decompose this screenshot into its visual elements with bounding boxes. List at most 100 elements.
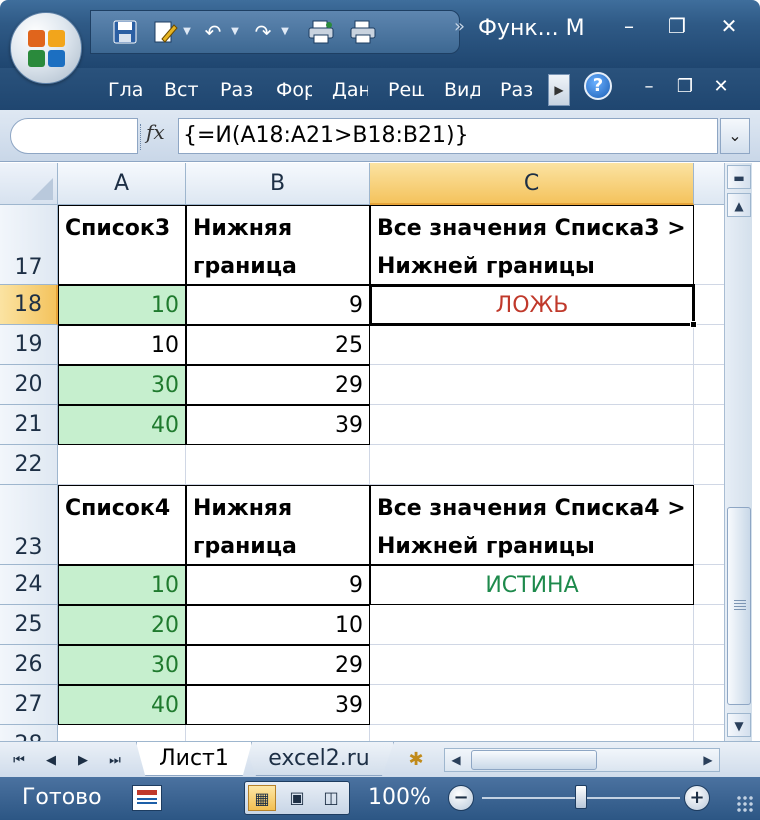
cell-c23[interactable]: Все значения Списка4 > Нижней границы — [370, 485, 694, 565]
insert-function-icon[interactable]: fx — [146, 120, 165, 144]
edit-icon[interactable] — [149, 17, 181, 47]
restore-button[interactable]: ❐ — [662, 14, 692, 38]
tab-page-layout[interactable]: Раз — [220, 76, 256, 104]
macro-record-icon[interactable] — [132, 785, 162, 811]
row-header-27[interactable]: 27 — [0, 685, 58, 725]
cell-b20[interactable]: 29 — [186, 365, 370, 405]
cell-d24[interactable] — [694, 565, 724, 605]
zoom-in-button[interactable]: + — [684, 785, 710, 811]
scroll-down-icon[interactable]: ▼ — [727, 713, 751, 737]
cell-c26[interactable] — [370, 645, 694, 685]
column-header-a[interactable]: A — [58, 163, 186, 205]
minimize-button[interactable]: – — [614, 14, 644, 38]
horizontal-scroll-thumb[interactable] — [471, 750, 597, 770]
column-header-d[interactable] — [694, 163, 724, 205]
cell-c19[interactable] — [370, 325, 694, 365]
cell-b21[interactable]: 39 — [186, 405, 370, 445]
cell-a21[interactable]: 40 — [58, 405, 186, 445]
normal-view-icon[interactable]: ▦ — [248, 785, 276, 811]
row-header-22[interactable]: 22 — [0, 445, 58, 485]
vertical-scrollbar[interactable]: ▬ ▲ ▼ — [724, 163, 752, 741]
cell-c21[interactable] — [370, 405, 694, 445]
cell-b19[interactable]: 25 — [186, 325, 370, 365]
formula-input[interactable]: {=И(A18:A21>B18:B21)} — [178, 118, 718, 154]
cell-b18[interactable]: 9 — [186, 285, 370, 325]
cell-a24[interactable]: 10 — [58, 565, 186, 605]
cell-d26[interactable] — [694, 645, 724, 685]
chevron-down-icon[interactable]: ▼ — [279, 25, 291, 39]
sheet-tab-excel2[interactable]: excel2.ru — [244, 742, 394, 776]
row-header-24[interactable]: 24 — [0, 565, 58, 605]
sheet-tab-active[interactable]: Лист1 — [136, 742, 252, 776]
tab-data[interactable]: Дан — [332, 76, 368, 104]
cell-b25[interactable]: 10 — [186, 605, 370, 645]
cell-a18[interactable]: 10 — [58, 285, 186, 325]
cell-a27[interactable]: 40 — [58, 685, 186, 725]
cell-d21[interactable] — [694, 405, 724, 445]
column-header-c[interactable]: C — [370, 163, 694, 205]
horizontal-scrollbar[interactable]: ◀ ▶ — [444, 748, 720, 772]
tab-developer[interactable]: Раз — [500, 76, 536, 104]
first-sheet-icon[interactable]: ⏮ — [8, 750, 30, 772]
tab-home[interactable]: Гла — [108, 76, 144, 104]
cell-d25[interactable] — [694, 605, 724, 645]
cell-d23[interactable] — [694, 485, 724, 565]
ribbon-close-button[interactable]: ✕ — [708, 76, 734, 97]
cell-a25[interactable]: 20 — [58, 605, 186, 645]
row-header-28[interactable]: 28 — [0, 725, 58, 741]
tab-view[interactable]: Вид — [444, 76, 480, 104]
last-sheet-icon[interactable]: ⏭ — [104, 750, 126, 772]
cell-d27[interactable] — [694, 685, 724, 725]
split-handle-icon[interactable]: ▬ — [727, 165, 751, 189]
tab-review[interactable]: Реш — [388, 76, 424, 104]
cell-a20[interactable]: 30 — [58, 365, 186, 405]
scroll-up-icon[interactable]: ▲ — [727, 193, 751, 217]
cell-b24[interactable]: 9 — [186, 565, 370, 605]
cell-d19[interactable] — [694, 325, 724, 365]
cell-a17[interactable]: Список3 — [58, 205, 186, 285]
cell-b26[interactable]: 29 — [186, 645, 370, 685]
redo-icon[interactable]: ↷ — [247, 17, 279, 47]
tab-insert[interactable]: Вст — [164, 76, 200, 104]
chevron-down-icon[interactable]: ▼ — [229, 25, 241, 39]
cell-a26[interactable]: 30 — [58, 645, 186, 685]
cell-b23[interactable]: Нижняя граница — [186, 485, 370, 565]
print-preview-icon[interactable] — [305, 17, 337, 47]
cell-b17[interactable]: Нижняя граница — [186, 205, 370, 285]
prev-sheet-icon[interactable]: ◀ — [40, 750, 62, 772]
cell-b27[interactable]: 39 — [186, 685, 370, 725]
worksheet-grid[interactable]: A B C 17 Список3 Нижняя граница Все значения С… — [0, 163, 724, 741]
cell-c28[interactable] — [370, 725, 694, 741]
row-header-26[interactable]: 26 — [0, 645, 58, 685]
column-header-b[interactable]: B — [186, 163, 370, 205]
cell-d22[interactable] — [694, 445, 724, 485]
row-header-23[interactable]: 23 — [0, 485, 58, 565]
scroll-right-icon[interactable]: ▶ — [697, 749, 719, 771]
zoom-out-button[interactable]: − — [448, 785, 474, 811]
save-icon[interactable] — [109, 17, 141, 47]
tab-scroll-right-icon[interactable]: ▶ — [548, 74, 570, 106]
cell-d17[interactable] — [694, 205, 724, 285]
select-all-button[interactable] — [0, 163, 58, 205]
cell-a22[interactable] — [58, 445, 186, 485]
cell-d28[interactable] — [694, 725, 724, 741]
print-icon[interactable] — [347, 17, 379, 47]
cell-d18[interactable] — [694, 285, 724, 325]
help-button[interactable]: ? — [584, 72, 612, 100]
expand-formula-bar-icon[interactable]: ⌄ — [720, 118, 750, 154]
insert-sheet-icon[interactable]: ✱ — [398, 746, 434, 774]
name-box[interactable] — [10, 118, 138, 154]
row-header-20[interactable]: 20 — [0, 365, 58, 405]
cell-c17[interactable]: Все значения Списка3 > Нижней границы — [370, 205, 694, 285]
cell-c20[interactable] — [370, 365, 694, 405]
cell-c25[interactable] — [370, 605, 694, 645]
cell-b28[interactable] — [186, 725, 370, 741]
cell-a19[interactable]: 10 — [58, 325, 186, 365]
ribbon-restore-button[interactable]: ❐ — [672, 76, 698, 97]
cell-a23[interactable]: Список4 — [58, 485, 186, 565]
next-sheet-icon[interactable]: ▶ — [72, 750, 94, 772]
vertical-scroll-thumb[interactable] — [727, 507, 751, 705]
page-layout-view-icon[interactable]: ▣ — [283, 785, 311, 811]
cell-c27[interactable] — [370, 685, 694, 725]
cell-c22[interactable] — [370, 445, 694, 485]
